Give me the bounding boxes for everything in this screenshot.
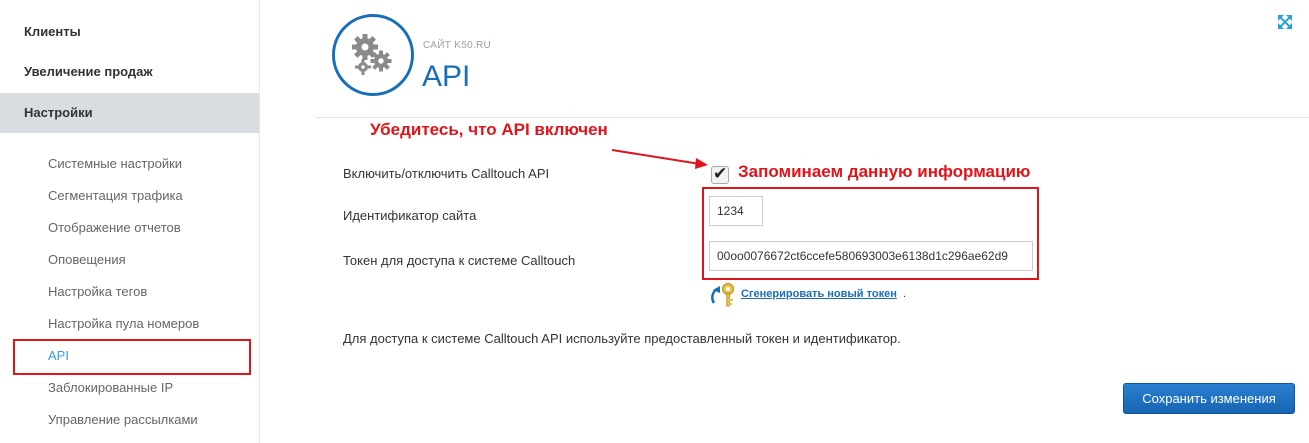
enable-api-checkbox[interactable]: ✔ [711,164,729,184]
gears-icon [332,14,414,96]
generate-token-suffix: . [903,288,907,300]
sidebar-item-clients[interactable]: Клиенты [0,12,259,52]
sidebar-subitem-blocked-ip[interactable]: Заблокированные IP [48,378,173,398]
api-info-text: Для доступа к системе Calltouch API испо… [343,331,901,346]
header-divider [315,117,1309,118]
sidebar-subitem-tag-settings[interactable]: Настройка тегов [48,282,147,302]
annotation-highlight-api-item [13,339,251,375]
annotation-highlight-credentials [702,187,1039,280]
save-changes-button[interactable]: Сохранить изменения [1123,383,1295,414]
sidebar-subitem-report-display[interactable]: Отображение отчетов [48,218,181,238]
page-title: API [422,60,471,93]
main-content: САЙТ K50.RU API Убедитесь, что API включ… [260,0,1309,443]
token-label: Токен для доступа к системе Calltouch [343,253,576,268]
sidebar-subitem-mailing-management[interactable]: Управление рассылками [48,410,198,430]
sidebar-subitem-notifications[interactable]: Оповещения [48,250,126,270]
sidebar-subitem-traffic-segmentation[interactable]: Сегментация трафика [48,186,183,206]
sidebar-subitem-system-settings[interactable]: Системные настройки [48,154,182,174]
expand-arrows-icon[interactable] [1277,14,1293,30]
site-id-label: Идентификатор сайта [343,208,477,223]
sidebar: Клиенты Увеличение продаж Настройки Сист… [0,0,260,443]
key-refresh-icon[interactable] [711,281,737,309]
annotation-api-enabled: Убедитесь, что API включен [370,120,608,139]
annotation-arrow [611,149,708,169]
site-label: САЙТ K50.RU [423,40,492,51]
sidebar-item-settings[interactable]: Настройки [0,93,259,133]
sidebar-item-sales-growth[interactable]: Увеличение продаж [0,52,259,92]
sidebar-subitem-number-pool[interactable]: Настройка пула номеров [48,314,199,334]
enable-api-label: Включить/отключить Calltouch API [343,166,550,181]
generate-token-link[interactable]: Сгенерировать новый токен [741,288,897,300]
checkmark-icon: ✔ [713,164,728,183]
annotation-remember-info: Запоминаем данную информацию [738,162,1031,181]
